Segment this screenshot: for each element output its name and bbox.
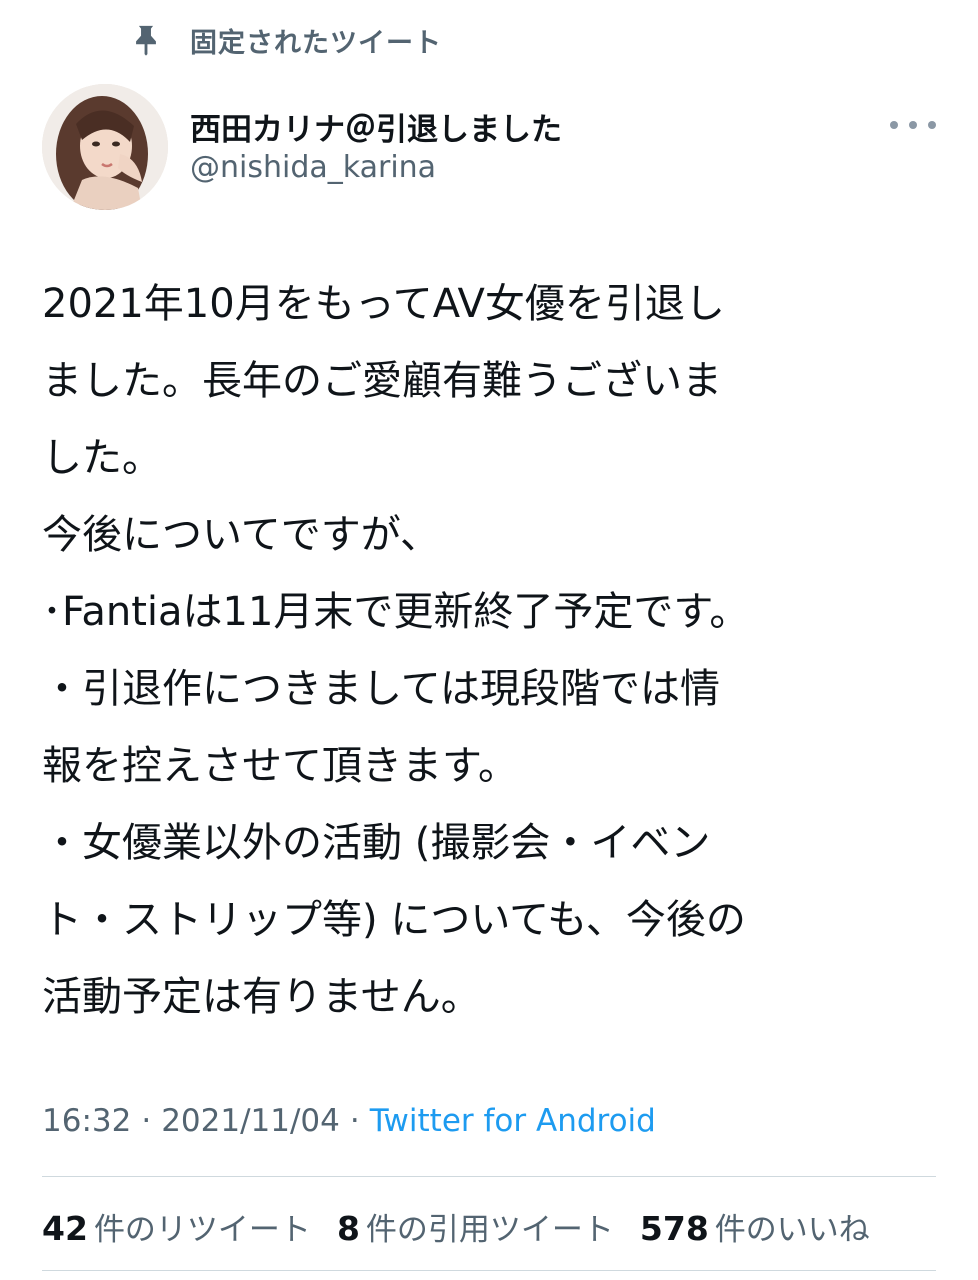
- tweet-stats: 42 件のリツイート 8 件の引用ツイート 578 件のいいね: [42, 1204, 896, 1249]
- pin-icon: [128, 22, 164, 58]
- more-dot: [928, 121, 936, 129]
- more-dot: [909, 121, 917, 129]
- quotes-label: 件の引用ツイート: [365, 1212, 614, 1248]
- tweet-source-link[interactable]: Twitter for Android: [370, 1103, 656, 1139]
- retweets-label: 件のリツイート: [93, 1212, 311, 1248]
- tweet-line: ･Fantiaは11月末で更新終了予定です。: [42, 589, 750, 635]
- meta-separator: ·: [349, 1103, 360, 1139]
- divider: [42, 1270, 936, 1271]
- pinned-tweet-indicator: 固定されたツイート: [128, 20, 442, 60]
- tweet-line: ト・ストリップ等) についても、今後の: [42, 897, 746, 943]
- meta-separator: ·: [141, 1103, 152, 1139]
- tweet-line: ました。長年のご愛顧有難うございま: [42, 358, 722, 404]
- likes-count: 578: [639, 1209, 709, 1248]
- author-handle[interactable]: @nishida_karina: [190, 150, 436, 185]
- more-dot: [890, 121, 898, 129]
- tweet-line: 活動予定は有りません。: [42, 974, 481, 1020]
- tweet-line: ・引退作につきましては現段階では情: [42, 666, 720, 712]
- tweet-line: 2021年10月をもってAV女優を引退し: [42, 281, 725, 327]
- retweets-stat[interactable]: 42 件のリツイート: [42, 1204, 311, 1249]
- quotes-stat[interactable]: 8 件の引用ツイート: [337, 1204, 614, 1249]
- tweet-line: 報を控えさせて頂きます。: [42, 743, 518, 789]
- divider: [42, 1176, 936, 1177]
- tweet-meta: 16:32 · 2021/11/04 · Twitter for Android: [42, 1103, 656, 1139]
- quotes-count: 8: [336, 1209, 360, 1248]
- tweet-date[interactable]: 2021/11/04: [161, 1103, 340, 1139]
- tweet-text: 2021年10月をもってAV女優を引退し ました。長年のご愛顧有難うございま し…: [42, 266, 942, 1036]
- author-display-name[interactable]: 西田カリナ＠引退しました: [190, 104, 562, 149]
- avatar[interactable]: [42, 84, 168, 210]
- tweet-time[interactable]: 16:32: [42, 1103, 131, 1139]
- likes-stat[interactable]: 578 件のいいね: [640, 1204, 870, 1249]
- likes-label: 件のいいね: [714, 1212, 870, 1248]
- tweet-line: した。: [42, 435, 162, 481]
- pinned-label: 固定されたツイート: [190, 27, 442, 59]
- retweets-count: 42: [42, 1209, 88, 1248]
- tweet-line: ・女優業以外の活動 (撮影会・イベン: [42, 820, 711, 866]
- tweet-line: 今後についてですが、: [42, 512, 440, 558]
- more-icon[interactable]: [890, 112, 936, 138]
